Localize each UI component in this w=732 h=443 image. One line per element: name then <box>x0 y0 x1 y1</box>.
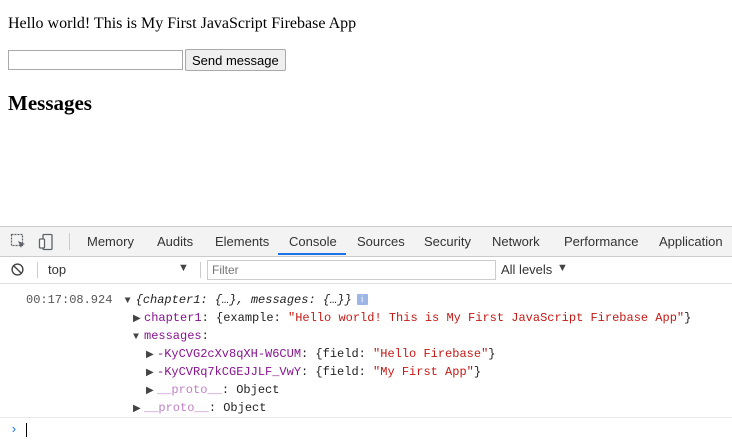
inspect-element-icon[interactable] <box>10 233 28 251</box>
string-value: "Hello world! This is My First JavaScrip… <box>288 311 685 325</box>
expand-triangle-icon[interactable]: ▶ <box>133 401 144 418</box>
console-prompt[interactable]: › <box>0 417 732 443</box>
expand-triangle-icon[interactable]: ▶ <box>146 383 157 400</box>
property-row[interactable]: ▶ -KyCVRq7kCGEJJLF_VwY: {field: "My First… <box>146 364 481 381</box>
console-filter-input[interactable] <box>207 260 496 280</box>
info-icon[interactable]: i <box>356 294 368 306</box>
expand-triangle-icon[interactable]: ▶ <box>133 311 144 328</box>
tab-security[interactable]: Security <box>424 227 471 256</box>
property-text: } <box>488 347 496 361</box>
property-text: } <box>684 311 692 325</box>
context-dropdown-icon[interactable]: ▼ <box>178 262 189 274</box>
clear-console-icon[interactable] <box>11 263 24 276</box>
expand-triangle-icon[interactable]: ▶ <box>146 365 157 382</box>
tab-console[interactable]: Console <box>289 227 337 256</box>
tab-network[interactable]: Network <box>492 227 540 256</box>
property-text: : <box>201 329 209 343</box>
tab-audits[interactable]: Audits <box>157 227 193 256</box>
property-text: } <box>473 365 482 379</box>
context-selector[interactable]: top <box>48 262 66 277</box>
object-summary: {chapter1: {…}, messages: {…}} <box>135 293 352 307</box>
property-text: : {field: <box>301 365 374 379</box>
toolbar-divider <box>37 262 38 278</box>
property-text: : Object <box>208 401 267 415</box>
property-key: -KyCVRq7kCGEJJLF_VwY <box>157 365 302 379</box>
expand-triangle-icon[interactable]: ▶ <box>146 347 157 364</box>
console-log-entry[interactable]: 00:17:08.924 ▼ {chapter1: {…}, messages: … <box>26 292 368 309</box>
property-key: __proto__ <box>157 383 222 397</box>
property-key: -KyCVG2cXv8qXH-W6CUM <box>157 347 302 361</box>
property-row[interactable]: ▼ messages: <box>133 328 209 345</box>
console-toolbar: top ▼ All levels ▼ <box>0 257 732 284</box>
message-input[interactable] <box>8 50 183 70</box>
messages-heading: Messages <box>8 91 92 115</box>
tabbar-divider <box>69 233 70 250</box>
string-value: "Hello Firebase" <box>373 347 489 361</box>
tab-sources[interactable]: Sources <box>357 227 405 256</box>
log-levels-selector[interactable]: All levels <box>501 262 552 277</box>
send-message-button[interactable]: Send message <box>185 49 286 71</box>
property-key: chapter1 <box>144 311 202 325</box>
property-key: messages <box>144 329 202 343</box>
property-text: : {field: <box>301 347 374 361</box>
levels-dropdown-icon[interactable]: ▼ <box>557 262 568 274</box>
toolbar-divider <box>200 262 201 278</box>
text-caret <box>26 423 27 437</box>
devtools-tabbar: Memory Audits Elements Console Sources S… <box>0 227 732 257</box>
collapse-triangle-icon[interactable]: ▼ <box>133 329 144 346</box>
device-toolbar-icon[interactable] <box>38 233 56 251</box>
prompt-chevron-icon: › <box>10 422 18 437</box>
log-timestamp: 00:17:08.924 <box>26 293 113 307</box>
property-text: : {example: <box>201 311 289 325</box>
console-output: 00:17:08.924 ▼ {chapter1: {…}, messages: … <box>0 287 732 417</box>
property-row[interactable]: ▶ chapter1: {example: "Hello world! This … <box>133 310 691 327</box>
property-text: : Object <box>221 383 280 397</box>
active-tab-indicator <box>278 253 346 255</box>
property-row[interactable]: ▶ -KyCVG2cXv8qXH-W6CUM: {field: "Hello Fi… <box>146 346 495 363</box>
page-content: Hello world! This is My First JavaScript… <box>0 0 732 226</box>
property-row[interactable]: ▶ __proto__: Object <box>146 382 279 399</box>
collapse-triangle-icon[interactable]: ▼ <box>125 293 136 310</box>
property-row[interactable]: ▶ __proto__: Object <box>133 400 266 417</box>
devtools-panel: Memory Audits Elements Console Sources S… <box>0 226 732 442</box>
tab-performance[interactable]: Performance <box>564 227 638 256</box>
property-key: __proto__ <box>144 401 209 415</box>
string-value: "My First App" <box>373 365 474 379</box>
intro-text: Hello world! This is My First JavaScript… <box>8 15 357 32</box>
tab-memory[interactable]: Memory <box>87 227 134 256</box>
tab-application[interactable]: Application <box>659 227 723 256</box>
tab-elements[interactable]: Elements <box>215 227 269 256</box>
